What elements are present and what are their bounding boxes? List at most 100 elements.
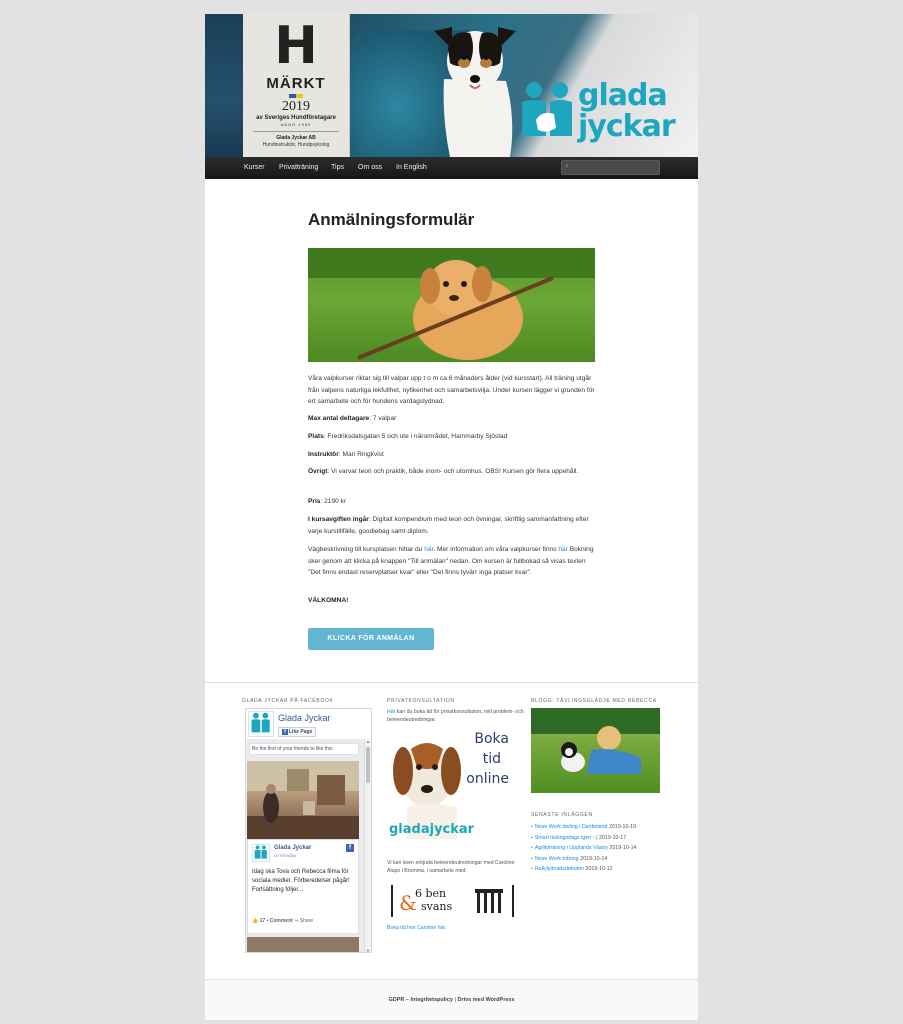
intro-text: Våra valpkurser riktar sig till valpar u…: [308, 375, 595, 405]
vag-text1: Vägbeskrivning till kursplatsen hittar d…: [308, 546, 425, 553]
directions-text: Vägbeskrivning till kursplatsen hittar d…: [308, 544, 598, 579]
main-nav: Kurser Privatträning Tips Om oss In Engl…: [205, 157, 698, 179]
fb-likes-count[interactable]: 17: [260, 918, 266, 924]
recent-posts-title: SENASTE INLÄGGEN: [531, 812, 593, 818]
logo-text: glada jyckar: [578, 78, 676, 144]
caroline-booking-link[interactable]: Boka tid hos Caroline här.: [387, 925, 446, 931]
gdpr-link[interactable]: GDPR – Integritetspolicy: [388, 997, 453, 1003]
recent-post-date: 2019-10-14: [580, 855, 608, 862]
fb-friends-text: Be the first of your friends to like thi…: [249, 743, 359, 755]
fb-post-text: Idag ska Tova och Rebecca filma för soci…: [252, 869, 350, 893]
fb-like-button[interactable]: f Like Page: [278, 727, 317, 737]
recent-post-date: 2019-10-17: [599, 834, 627, 841]
recent-post-link[interactable]: Smarl tävlingsdags igen :-): [535, 835, 598, 841]
book-online-ad[interactable]: Boka tid online gladajyckar: [387, 727, 515, 839]
recent-post-item: Rallylydnadsdebuten 2019-10-12: [531, 864, 691, 875]
nav-tips[interactable]: Tips: [331, 157, 344, 179]
instr-label: Instruktör: [308, 451, 339, 458]
fb-comment-button[interactable]: Comment: [270, 918, 293, 924]
logo-line1: glada: [578, 78, 668, 113]
facebook-f-icon: f: [282, 729, 288, 735]
ad-logo: gladajyckar: [389, 822, 475, 837]
header-fabric: [205, 14, 243, 157]
recent-post-item: Nose Work träning 2019-10-14: [531, 854, 691, 865]
blog-image[interactable]: [531, 708, 660, 793]
recent-post-item: Nose Work tävling i Danboland 2019-10-19: [531, 822, 691, 833]
girl-with-dog-image: [531, 708, 660, 774]
instructor: Instruktör: Mari Ringkvist: [308, 449, 598, 461]
privkons-desc: kan du boka tid för privatkonsultation, …: [387, 709, 524, 723]
scroll-thumb[interactable]: [366, 747, 370, 783]
recent-post-link[interactable]: Nose Work tävling i Danboland: [535, 824, 608, 830]
fb-post-author[interactable]: Glada Jyckar: [274, 845, 311, 851]
search-input[interactable]: ⌕: [561, 160, 660, 175]
fb-scrollbar[interactable]: ▲ ▼: [364, 739, 371, 952]
directions-link[interactable]: här: [424, 546, 433, 553]
privkons-widget-title: PRIVATKONSULTATION: [387, 698, 455, 704]
h-markt-badge: H MÄRKT 2019 av Sveriges Hundföretagare …: [243, 14, 350, 157]
fb-photo-scene: [247, 761, 359, 839]
family-dog-logo-icon: [251, 712, 270, 733]
plats-value: : Fredriksdalsgatan 5 och ute i närområd…: [323, 433, 508, 440]
thumbs-up-icon: 👍: [252, 918, 259, 924]
fb-post-date[interactable]: on Monday: [274, 853, 296, 858]
nav-in-english[interactable]: In English: [396, 157, 427, 179]
ad-line3: online: [466, 771, 509, 787]
recent-post-link[interactable]: Rallylydnadsdebuten: [535, 866, 584, 872]
recent-post-date: 2019-10-14: [609, 845, 637, 851]
badge-company: Glada Jyckar AB: [276, 135, 316, 141]
family-dog-logo-icon: [522, 82, 572, 136]
max-label: Max antal deltagare: [308, 415, 370, 422]
ad-line2: tid: [482, 751, 501, 767]
ingar-label: I kursavgiften ingår: [308, 516, 369, 523]
fb-page-header: Glada Jyckar f Like Page: [248, 711, 370, 739]
terrier-dog-image: [434, 27, 516, 157]
scroll-down-icon[interactable]: ▼: [365, 948, 371, 952]
fb-page-logo[interactable]: [248, 711, 274, 737]
badge-letter: H: [274, 16, 318, 76]
facebook-widget-title: GLADA JYCKAR PÅ FACEBOOK: [242, 698, 334, 704]
header-photo: glada jyckar: [350, 14, 698, 157]
puppy-courses-link[interactable]: här: [558, 546, 568, 553]
family-dog-logo-icon: [254, 845, 267, 859]
scroll-up-icon[interactable]: ▲: [365, 739, 371, 744]
site-header[interactable]: H MÄRKT 2019 av Sveriges Hundföretagare …: [205, 14, 698, 157]
logo-line2: jyckar: [578, 109, 676, 144]
sex-ben-och-svans-logo[interactable]: & 6 ben svans: [391, 885, 515, 917]
ovrigt-value: : Vi varvar teori och praktik, både inom…: [327, 468, 579, 475]
facebook-widget[interactable]: Glada Jyckar f Like Page Be the first of …: [245, 708, 372, 953]
recent-post-link[interactable]: Agilityträning i Upplands Väsby: [535, 845, 608, 851]
page-title: Anmälningsformulär: [308, 210, 475, 229]
search-icon: ⌕: [565, 163, 569, 170]
max-participants: Max antal deltagare: 7 valpar: [308, 413, 598, 425]
nav-privattraning[interactable]: Privatträning: [279, 157, 318, 179]
glada-jyckar-logo[interactable]: glada jyckar: [520, 80, 690, 150]
content-divider: [205, 682, 698, 683]
register-button[interactable]: KLICKA FÖR ANMÄLAN: [308, 628, 434, 650]
recent-posts-list: Nose Work tävling i Danboland 2019-10-19…: [531, 822, 691, 875]
comment-icon: ▪: [266, 918, 269, 924]
nav-om-oss[interactable]: Om oss: [358, 157, 382, 179]
plats-label: Plats: [308, 433, 324, 440]
fb-post-photo[interactable]: [247, 761, 359, 839]
welcome: VÄLKOMNA!: [308, 595, 598, 607]
fb-post-avatar[interactable]: [252, 844, 270, 862]
ad-line1: Boka: [474, 731, 509, 747]
privkons-text: Här kan du boka tid för privatkonsultati…: [387, 708, 527, 724]
ovrigt-label: Övrigt: [308, 468, 328, 475]
fb-feed[interactable]: Be the first of your friends to like thi…: [246, 739, 371, 952]
wordpress-link[interactable]: Drivs med WordPress: [457, 997, 514, 1003]
max-value: : 7 valpar: [369, 415, 397, 422]
fb-page-name[interactable]: Glada Jyckar: [278, 713, 331, 723]
location: Plats: Fredriksdalsgatan 5 och ute i när…: [308, 431, 598, 443]
fb-share-button[interactable]: Share: [300, 918, 313, 924]
blog-widget-title: BLOGG: TÄVLINGSGLÄDJE MED REBECCA: [531, 698, 657, 704]
fb-post: Glada Jyckar on Monday f Idag ska Tova o…: [247, 839, 359, 934]
pris-value: : 2190 kr: [320, 498, 347, 505]
badge-anno: ANNO 1983: [280, 122, 312, 127]
recent-post-link[interactable]: Nose Work träning: [535, 856, 579, 862]
nav-kurser[interactable]: Kurser: [244, 157, 265, 179]
facebook-icon[interactable]: f: [346, 844, 354, 852]
fb-like-label: Like Page: [289, 729, 313, 735]
recent-post-date: 2019-10-12: [585, 866, 613, 872]
